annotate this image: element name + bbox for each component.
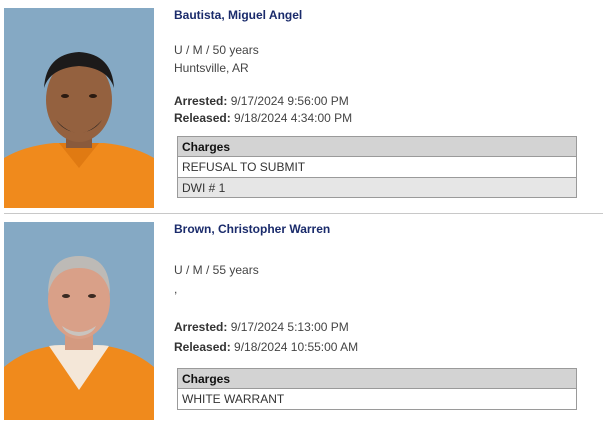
released-line: Released: 9/18/2024 10:55:00 AM (174, 340, 358, 354)
released-label: Released: (174, 111, 231, 125)
released-datetime: 9/18/2024 10:55:00 AM (234, 340, 359, 354)
arrested-datetime: 9/17/2024 9:56:00 PM (230, 94, 349, 108)
location: Huntsville, AR (174, 61, 249, 75)
mugshot-image (4, 8, 154, 208)
inmate-record: Brown, Christopher Warren U / M / 55 yea… (0, 214, 603, 421)
charge-row: DWI # 1 (178, 177, 576, 197)
demographics: U / M / 55 years (174, 263, 259, 277)
charges-header: Charges (178, 369, 576, 389)
charges-header: Charges (178, 137, 576, 157)
arrested-label: Arrested: (174, 94, 228, 108)
demographics: U / M / 50 years (174, 43, 259, 57)
released-datetime: 9/18/2024 4:34:00 PM (234, 111, 353, 125)
mugshot-image (4, 222, 154, 420)
inmate-record: Bautista, Miguel Angel U / M / 50 years … (0, 0, 603, 212)
charge-row: REFUSAL TO SUBMIT (182, 160, 306, 174)
arrested-line: Arrested: 9/17/2024 5:13:00 PM (174, 320, 349, 334)
released-label: Released: (174, 340, 231, 354)
mugshot-photo[interactable] (4, 222, 154, 420)
charges-table: Charges REFUSAL TO SUBMIT DWI # 1 (177, 136, 577, 198)
location: , (174, 282, 178, 296)
arrested-label: Arrested: (174, 320, 228, 334)
inmate-name-link[interactable]: Brown, Christopher Warren (174, 222, 330, 236)
charge-row: WHITE WARRANT (182, 392, 285, 406)
arrested-line: Arrested: 9/17/2024 9:56:00 PM (174, 94, 349, 108)
charges-table: Charges WHITE WARRANT (177, 368, 577, 410)
arrested-datetime: 9/17/2024 5:13:00 PM (230, 320, 349, 334)
released-line: Released: 9/18/2024 4:34:00 PM (174, 111, 352, 125)
inmate-name-link[interactable]: Bautista, Miguel Angel (174, 8, 302, 22)
mugshot-photo[interactable] (4, 8, 154, 208)
